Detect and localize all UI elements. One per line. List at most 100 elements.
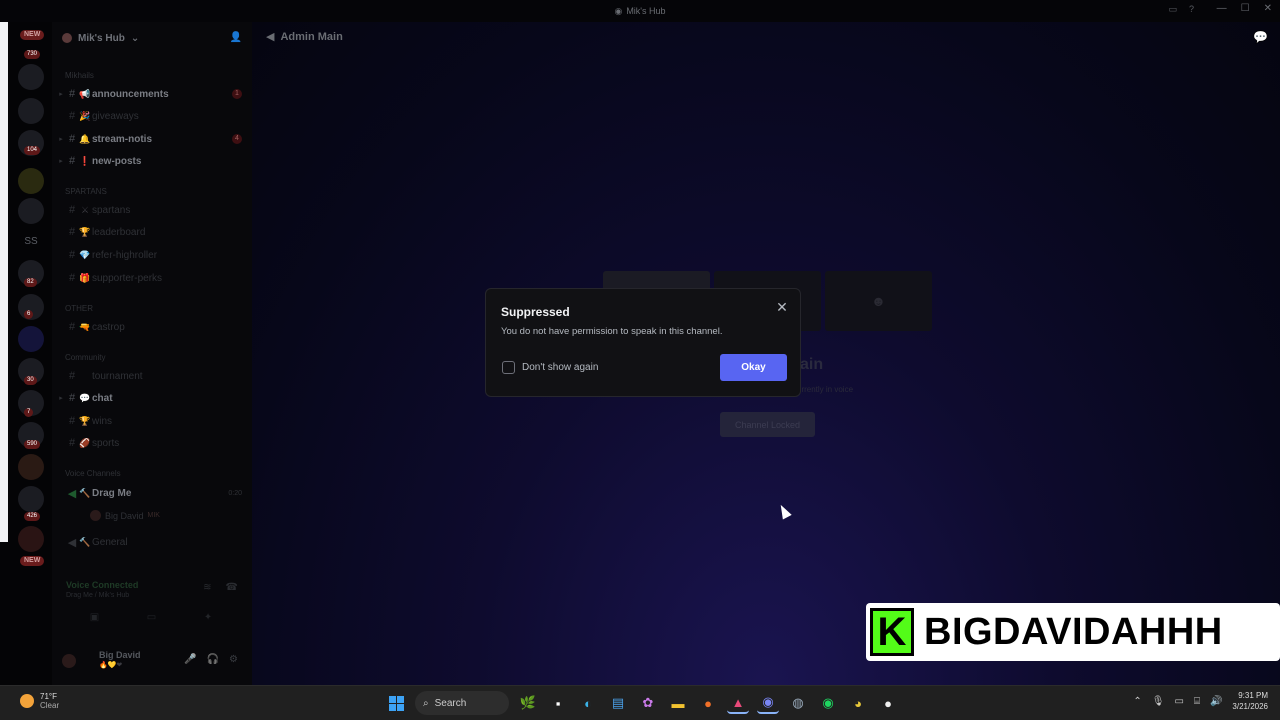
server-icon-ss[interactable]: SS xyxy=(18,228,44,254)
chat-bubble-icon[interactable]: 💬 xyxy=(1253,30,1268,44)
voice-location[interactable]: Drag Me / Mik's Hub xyxy=(66,592,129,599)
edge-icon[interactable]: ◐ xyxy=(577,692,599,714)
clock[interactable]: 9:31 PM 3/21/2026 xyxy=(1232,690,1268,712)
server-icon[interactable] xyxy=(18,526,44,552)
voice-channel-general[interactable]: ◀ 🔨 General xyxy=(56,533,248,551)
settings-gear-icon[interactable]: ⚙ xyxy=(229,654,238,665)
hammer-icon: 🔨 xyxy=(79,536,91,547)
invite-people-icon[interactable]: 👤 xyxy=(230,32,242,43)
server-icon[interactable] xyxy=(18,454,44,480)
dont-show-again-checkbox[interactable] xyxy=(502,361,515,374)
channel-emoji-icon: ❗ xyxy=(79,155,91,166)
store-icon[interactable]: ▤ xyxy=(607,692,629,714)
disconnect-icon[interactable]: ☎ xyxy=(226,582,238,593)
screen-share-icon[interactable]: ▭ xyxy=(147,612,156,623)
channel-locked-button: Channel Locked xyxy=(720,412,815,437)
avatar[interactable] xyxy=(62,654,76,668)
steam-icon[interactable]: ◍ xyxy=(787,692,809,714)
channel-spartans[interactable]: # ⚔ spartans xyxy=(56,201,248,219)
channel-leaderboard[interactable]: # 🏆 leaderboard xyxy=(56,223,248,241)
help-icon[interactable]: ? xyxy=(1189,4,1194,15)
channel-tournament[interactable]: # tournament xyxy=(56,367,248,385)
copilot-icon[interactable]: ✿ xyxy=(637,692,659,714)
task-view-icon[interactable]: ▪ xyxy=(547,692,569,714)
announcement-icon: # xyxy=(68,88,76,100)
dont-show-again-label[interactable]: Don't show again xyxy=(522,362,598,373)
spotify-icon[interactable]: ◉ xyxy=(817,692,839,714)
activities-icon[interactable]: ✦ xyxy=(204,612,212,623)
channel-stream-notis[interactable]: ▸ # 🔔 stream-notis 4 xyxy=(56,130,248,148)
unread-count-badge: 1 xyxy=(232,89,242,99)
obs-icon[interactable]: ● xyxy=(877,692,899,714)
hash-icon: # xyxy=(68,110,76,122)
category-other[interactable]: OTHER xyxy=(65,304,93,313)
category-spartans[interactable]: SPARTANS xyxy=(65,187,107,196)
chrome-icon[interactable]: ◕ xyxy=(847,692,869,714)
channel-announcements[interactable]: ▸ # 📢 announcements 1 xyxy=(56,85,248,103)
speaker-icon: ◀ xyxy=(67,536,77,549)
volume-icon[interactable]: 🔊 xyxy=(1210,696,1222,707)
category-mikhails[interactable]: Mikhails xyxy=(65,71,94,80)
channel-supporter-perks[interactable]: # 🎁 supporter-perks xyxy=(56,269,248,287)
minimize-button[interactable]: — xyxy=(1217,3,1227,14)
speaker-icon: ◀ xyxy=(67,487,77,500)
server-header[interactable]: Mik's Hub ⌄ 👤 xyxy=(62,30,242,46)
server-badge: 82 xyxy=(24,278,37,287)
inbox-icon[interactable]: ▭ xyxy=(1168,4,1177,15)
network-icon[interactable]: ⌸ xyxy=(1194,696,1200,707)
app-icon[interactable]: ▲ xyxy=(727,692,749,714)
participant-tile[interactable]: ☻ xyxy=(825,271,932,331)
chevron-up-icon[interactable]: ⌃ xyxy=(1133,696,1141,707)
start-button[interactable] xyxy=(385,692,407,714)
channel-new-posts[interactable]: ▸ # ❗ new-posts xyxy=(56,152,248,170)
microphone-icon[interactable]: 🎙 xyxy=(1152,696,1165,707)
category-community[interactable]: Community xyxy=(65,353,105,362)
channel-giveaways[interactable]: # 🎉 giveaways xyxy=(56,107,248,125)
discord-icon[interactable]: ◉ xyxy=(757,692,779,714)
channel-refer-highroller[interactable]: # 💎 refer-highroller xyxy=(56,246,248,264)
voice-connected-panel: Voice Connected Drag Me / Mik's Hub ≋ ☎ … xyxy=(52,580,252,628)
channel-title-bg: ain xyxy=(800,356,824,373)
server-icon[interactable] xyxy=(18,198,44,224)
expand-arrow-icon: ▸ xyxy=(59,91,63,98)
close-icon[interactable]: ✕ xyxy=(774,299,790,315)
taskbar-search[interactable]: ⌕ Search xyxy=(415,691,509,715)
server-icon[interactable] xyxy=(18,168,44,194)
server-badge: 426 xyxy=(24,512,41,521)
firefox-icon[interactable]: ● xyxy=(697,692,719,714)
voice-channel-drag-me[interactable]: ◀ 🔨 Drag Me xyxy=(56,484,248,502)
voice-subtitle-bg: urrently in voice xyxy=(797,385,854,394)
streamer-handle: BIGDAVIDAHHH xyxy=(924,610,1223,653)
window-titlebar: ◉ Mik's Hub ▭ ? — ☐ ✕ xyxy=(0,0,1280,22)
server-icon[interactable] xyxy=(18,64,44,90)
maximize-button[interactable]: ☐ xyxy=(1241,3,1250,14)
channel-wins[interactable]: # 🏆 wins xyxy=(56,412,248,430)
hash-icon: # xyxy=(68,370,76,382)
file-explorer-icon[interactable]: ▬ xyxy=(667,692,689,714)
noise-suppression-icon[interactable]: ≋ xyxy=(203,582,211,593)
channel-sports[interactable]: # 🏈 sports xyxy=(56,434,248,452)
channel-castrop[interactable]: # 🔫 castrop xyxy=(56,318,248,336)
server-icon[interactable] xyxy=(18,98,44,124)
camera-icon[interactable]: ▣ xyxy=(90,612,99,623)
weather-widget[interactable]: 71°F Clear xyxy=(20,692,59,710)
mute-icon[interactable]: 🎤 xyxy=(184,654,196,665)
server-icon[interactable] xyxy=(18,486,44,512)
hash-icon: # xyxy=(68,226,76,238)
category-voice-channels[interactable]: Voice Channels xyxy=(65,469,121,478)
close-window-button[interactable]: ✕ xyxy=(1264,3,1272,14)
username[interactable]: Big David xyxy=(99,650,141,660)
widget-icon[interactable]: 🌿 xyxy=(517,692,539,714)
ball-icon: 🏈 xyxy=(79,437,91,448)
display-icon[interactable]: ▭ xyxy=(1175,696,1184,707)
channel-chat[interactable]: ▸ # 💬 chat xyxy=(56,389,248,407)
expand-arrow-icon: ▸ xyxy=(59,395,63,402)
headphones-icon[interactable]: 🎧 xyxy=(207,654,219,665)
server-icon[interactable] xyxy=(18,326,44,352)
expand-arrow-icon: ▸ xyxy=(59,158,63,165)
taskbar-apps: ⌕ Search 🌿 ▪ ◐ ▤ ✿ ▬ ● ▲ ◉ ◍ ◉ ◕ ● xyxy=(385,691,899,715)
voice-user[interactable]: Big David MIK xyxy=(90,510,160,521)
hash-icon: # xyxy=(68,204,76,216)
hash-icon: # xyxy=(68,415,76,427)
okay-button[interactable]: Okay xyxy=(720,354,787,381)
